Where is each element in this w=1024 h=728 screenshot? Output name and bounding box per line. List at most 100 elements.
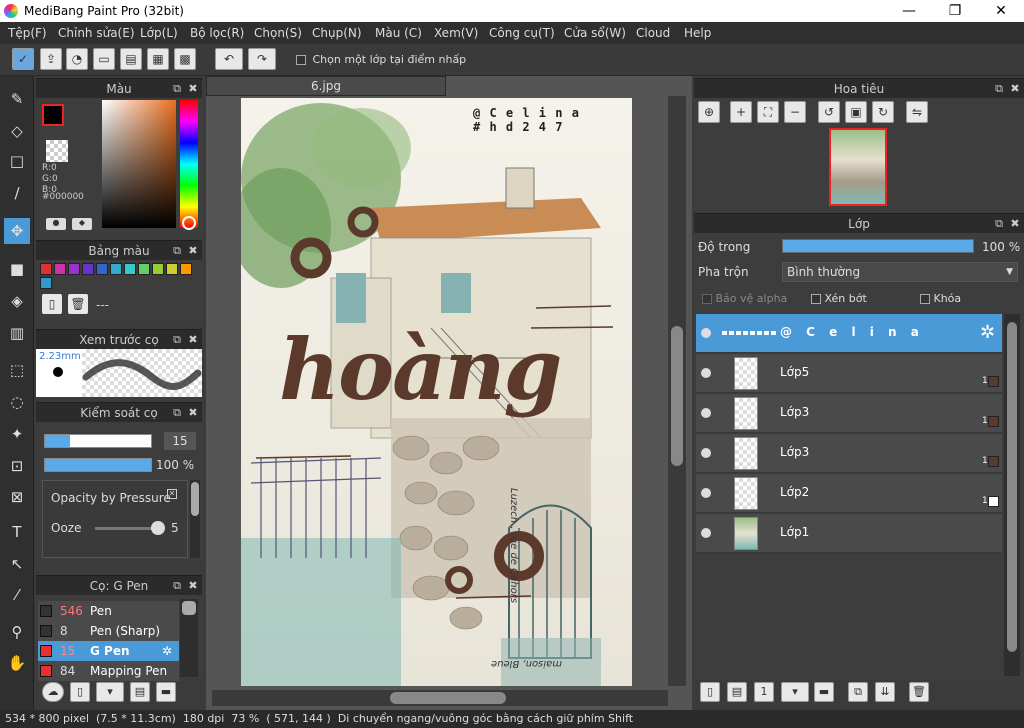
palette-swatch[interactable] [124, 263, 136, 275]
duplicate-layer-icon[interactable]: ⧉ [848, 682, 868, 702]
layer-opacity-slider[interactable] [782, 239, 974, 253]
rotate-left-icon[interactable]: ↺ [818, 101, 840, 123]
gear-icon[interactable]: ✲ [980, 322, 995, 343]
saturation-value-picker[interactable] [102, 100, 176, 228]
brush-folder-icon[interactable]: ▬ [156, 682, 176, 702]
undock-icon[interactable]: ⧉ [992, 79, 1006, 99]
layer-folder-icon[interactable]: ▬ [814, 682, 834, 702]
palette-swatch[interactable] [82, 263, 94, 275]
close-button[interactable]: ✕ [978, 0, 1024, 22]
close-icon[interactable]: ✖ [186, 576, 200, 596]
move-tool-icon[interactable]: ✥ [4, 218, 30, 244]
palette-swatch[interactable] [68, 263, 80, 275]
menu-tools[interactable]: Công cụ(T) [489, 26, 555, 40]
select-layer-checkbox[interactable] [296, 55, 306, 65]
add-layer-menu-icon[interactable]: ▾ [781, 682, 809, 702]
eyedropper-icon[interactable]: ◆ [72, 218, 92, 230]
menu-view[interactable]: Xem(V) [434, 26, 478, 40]
close-icon[interactable]: ✖ [1008, 214, 1022, 234]
color-wheel-icon[interactable]: ● [46, 218, 66, 230]
operation-tool-icon[interactable]: ↖ [4, 551, 30, 577]
new-1bit-layer-icon[interactable]: 1 [754, 682, 774, 702]
canvas-horizontal-scrollbar[interactable] [212, 690, 668, 706]
eraser-tool-icon[interactable]: ◇ [4, 118, 30, 144]
navigator-thumbnail[interactable] [829, 128, 887, 206]
minimize-button[interactable]: — [886, 0, 932, 22]
close-icon[interactable]: ✖ [186, 79, 200, 99]
hue-handle[interactable] [182, 216, 196, 230]
new-brush-icon[interactable]: ▯ [70, 682, 90, 702]
layer-row[interactable]: Lớp1 [696, 514, 1002, 553]
transparent-color-swatch[interactable] [46, 140, 68, 162]
palette-swatch[interactable] [96, 263, 108, 275]
divide-tool-icon[interactable]: ⁄ [4, 582, 30, 608]
opacity-pressure-checkbox[interactable]: ✕ [167, 489, 177, 499]
layer-list-scrollbar[interactable] [1004, 314, 1020, 676]
palette-swatch[interactable] [166, 263, 178, 275]
shape-tool-icon[interactable]: □ [4, 148, 30, 174]
text-tool-icon[interactable]: T [4, 519, 30, 545]
new-palette-icon[interactable]: ▯ [42, 294, 62, 314]
visibility-icon[interactable] [701, 408, 711, 418]
palette-swatch[interactable] [180, 263, 192, 275]
visibility-icon[interactable] [701, 488, 711, 498]
brush-opacity-slider[interactable] [44, 458, 152, 472]
lasso-tool-icon[interactable]: ◌ [4, 389, 30, 415]
hue-slider[interactable] [180, 100, 198, 228]
bucket-tool-icon[interactable]: ◈ [4, 288, 30, 314]
select-eraser-tool-icon[interactable]: ⊠ [4, 484, 30, 510]
merge-layer-icon[interactable]: ⇊ [875, 682, 895, 702]
brush-tool-icon[interactable]: ✎ [4, 86, 30, 112]
menu-select[interactable]: Chọn(S) [254, 26, 302, 40]
select-rect-tool-icon[interactable]: ⬚ [4, 357, 30, 383]
document-tab[interactable]: 6.jpg [206, 76, 446, 96]
palette-swatch[interactable] [40, 263, 52, 275]
new-layer-icon[interactable]: ▯ [700, 682, 720, 702]
brush-item[interactable]: 546 Pen [38, 601, 179, 621]
undo-icon[interactable]: ↶ [215, 48, 243, 70]
speech-bubble-icon[interactable]: ◔ [66, 48, 88, 70]
clipping-option[interactable]: Xén bớt [811, 292, 867, 305]
layer-row[interactable]: Lớp5 1 [696, 354, 1002, 393]
dot-tool-icon[interactable]: ∕ [4, 180, 30, 206]
undock-icon[interactable]: ⧉ [170, 330, 184, 350]
delete-layer-icon[interactable]: 🗑 [909, 682, 929, 702]
brush-size-value[interactable]: 15 [164, 432, 196, 450]
close-icon[interactable]: ✖ [186, 330, 200, 350]
brush-settings-icon[interactable]: ▤ [130, 682, 150, 702]
undock-icon[interactable]: ⧉ [170, 241, 184, 261]
protect-alpha-checkbox[interactable] [702, 294, 712, 304]
fit-window-icon[interactable]: ⛶ [757, 101, 779, 123]
menu-filter[interactable]: Bộ lọc(R) [190, 26, 244, 40]
menu-color[interactable]: Màu (C) [375, 26, 422, 40]
eyedropper-tool-icon[interactable]: ⚲ [4, 619, 30, 645]
visibility-icon[interactable] [701, 328, 711, 338]
redo-icon[interactable]: ↷ [248, 48, 276, 70]
lock-option[interactable]: Khóa [920, 292, 961, 305]
document-canvas[interactable]: @ C e l i n a # h d 2 4 7 hoàng Luzech .… [241, 98, 632, 686]
delete-palette-icon[interactable]: 🗑 [68, 294, 88, 314]
layer-row[interactable]: ✲ @ C e l i n a [696, 314, 1002, 353]
new-halftone-layer-icon[interactable]: ▤ [727, 682, 747, 702]
actual-size-icon[interactable]: ▣ [845, 101, 867, 123]
visibility-icon[interactable] [701, 448, 711, 458]
select-pen-tool-icon[interactable]: ⊡ [4, 453, 30, 479]
menu-cloud[interactable]: Cloud [636, 26, 670, 40]
layer-row[interactable]: Lớp2 1 [696, 474, 1002, 513]
rotate-right-icon[interactable]: ↻ [872, 101, 894, 123]
close-icon[interactable]: ✖ [186, 241, 200, 261]
close-icon[interactable]: ✖ [186, 403, 200, 423]
palette-swatch[interactable] [138, 263, 150, 275]
zoom-in-icon[interactable]: + [730, 101, 752, 123]
toggle-ui-icon[interactable]: ✓ [12, 48, 34, 70]
visibility-icon[interactable] [701, 528, 711, 538]
cloud-brush-icon[interactable]: ☁ [42, 682, 64, 702]
undock-icon[interactable]: ⧉ [170, 403, 184, 423]
palette-swatch[interactable] [110, 263, 122, 275]
fill-rect-tool-icon[interactable]: ■ [4, 256, 30, 282]
brush-list-scrollbar[interactable] [180, 599, 198, 677]
clipping-checkbox[interactable] [811, 294, 821, 304]
document-icon[interactable]: ▤ [120, 48, 142, 70]
undock-icon[interactable]: ⧉ [992, 214, 1006, 234]
layer-row[interactable]: Lớp3 1 [696, 434, 1002, 473]
